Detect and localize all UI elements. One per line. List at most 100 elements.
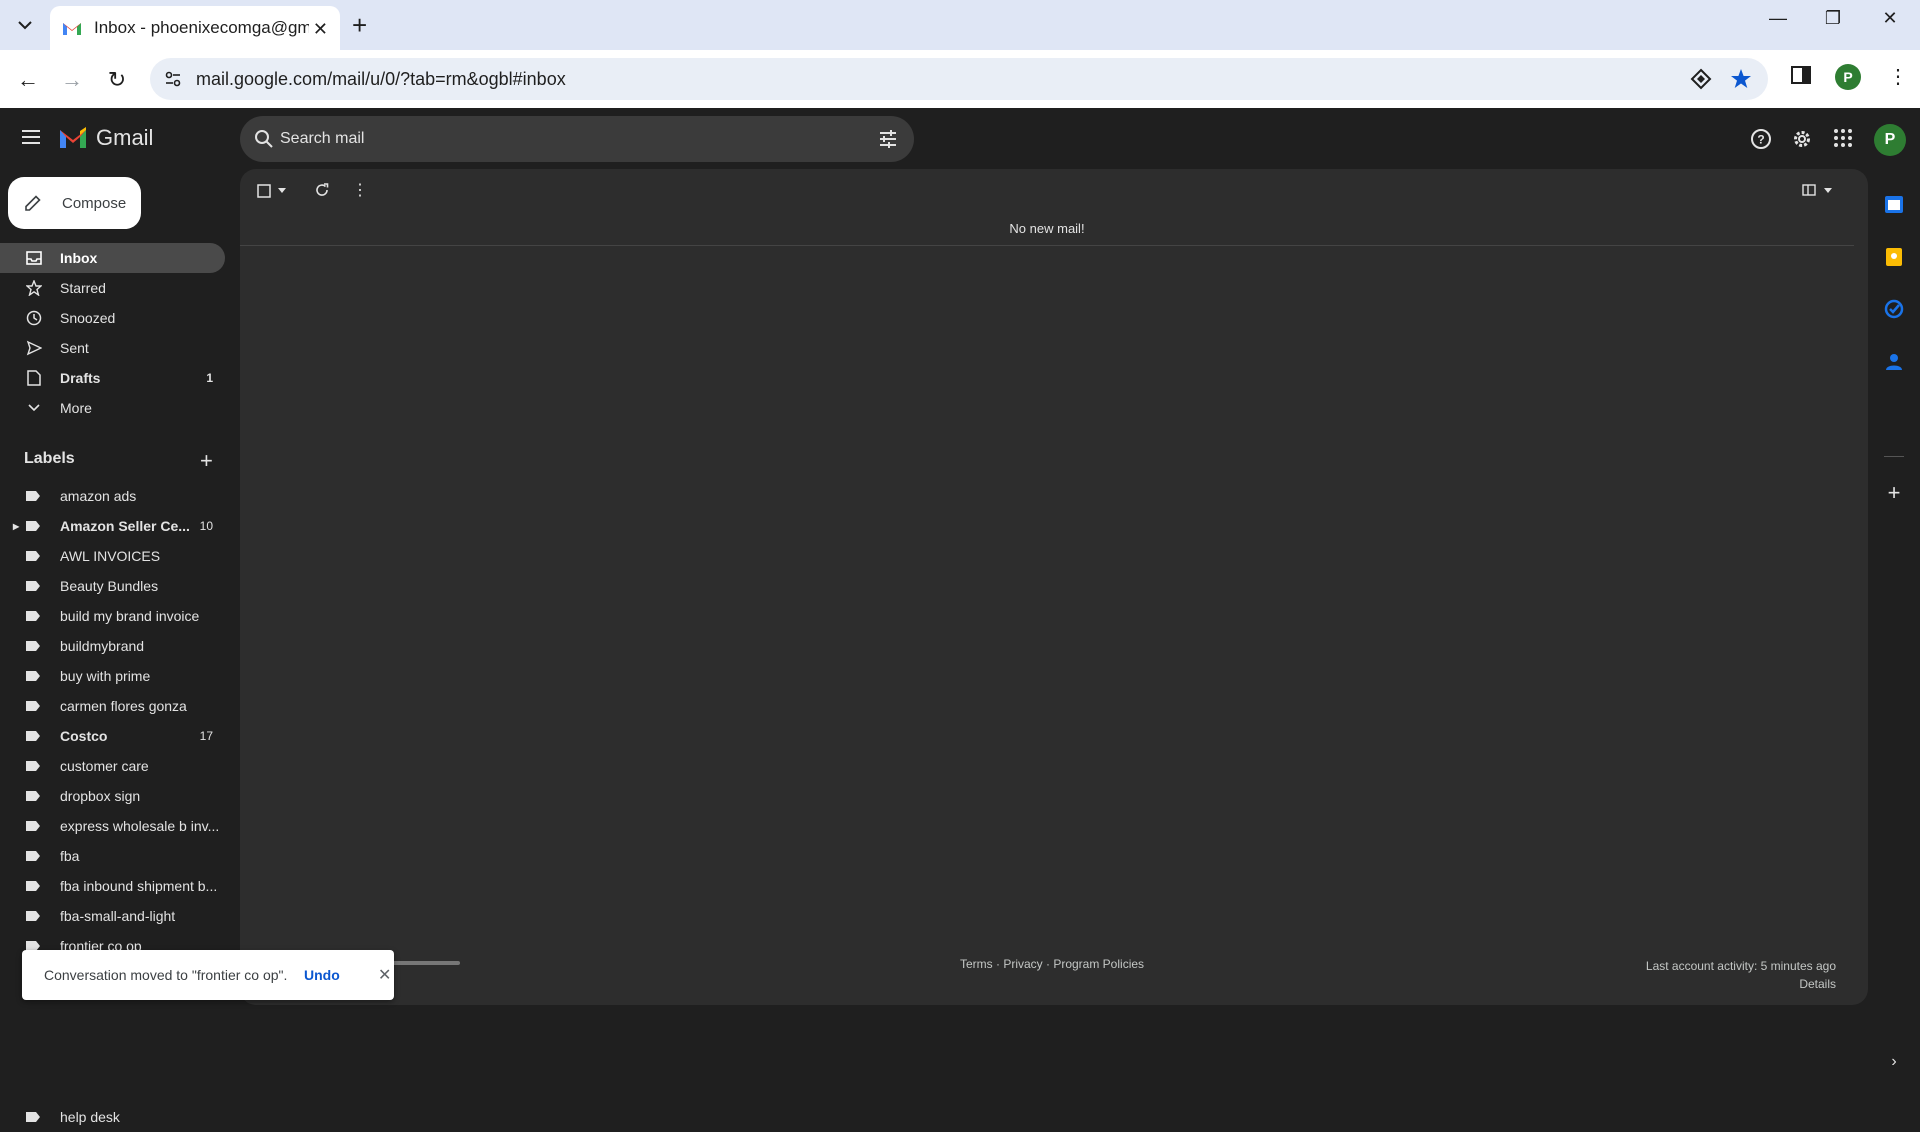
label-list: amazon ads ▶ Amazon Seller Ce... 10 AWL IN… bbox=[0, 481, 225, 961]
label-item[interactable]: ▶ Amazon Seller Ce... 10 bbox=[0, 511, 225, 541]
select-dropdown-icon[interactable] bbox=[278, 188, 286, 193]
select-checkbox-icon[interactable] bbox=[257, 184, 271, 198]
mailbox-nav: Inbox Starred Snoozed Sent Drafts 1 More bbox=[0, 243, 225, 423]
help-icon[interactable]: ? bbox=[1750, 128, 1772, 150]
calendar-icon[interactable] bbox=[1884, 194, 1904, 214]
snackbar-message: Conversation moved to "frontier co op". bbox=[44, 967, 288, 983]
minimize-button[interactable]: — bbox=[1758, 8, 1798, 29]
chevron-down-icon bbox=[26, 400, 42, 416]
label-item[interactable]: fba inbound shipment b... bbox=[0, 871, 225, 901]
settings-gear-icon[interactable] bbox=[1791, 128, 1813, 150]
expand-caret-icon[interactable]: ▶ bbox=[13, 522, 19, 531]
label-name: buildmybrand bbox=[60, 638, 145, 654]
nav-label: Inbox bbox=[60, 250, 98, 266]
search-icon[interactable] bbox=[254, 129, 274, 149]
label-item[interactable]: Beauty Bundles bbox=[0, 571, 225, 601]
footer-links[interactable]: Terms · Privacy · Program Policies bbox=[960, 957, 1144, 971]
back-button[interactable]: ← bbox=[14, 66, 42, 94]
gmail-m-icon bbox=[60, 127, 86, 148]
label-item[interactable]: AWL INVOICES bbox=[0, 541, 225, 571]
address-bar[interactable]: mail.google.com/mail/u/0/?tab=rm&ogbl#in… bbox=[150, 58, 1768, 100]
label-item[interactable]: carmen flores gonza bbox=[0, 691, 225, 721]
browser-profile-avatar[interactable]: P bbox=[1835, 64, 1861, 90]
empty-inbox-message: No new mail! bbox=[240, 213, 1854, 246]
nav-item-more[interactable]: More bbox=[0, 393, 225, 423]
label-item[interactable]: buildmybrand bbox=[0, 631, 225, 661]
label-item[interactable]: customer care bbox=[0, 751, 225, 781]
label-tag-icon bbox=[26, 641, 40, 651]
label-name: express wholesale b inv... bbox=[60, 818, 220, 834]
label-tag-icon bbox=[26, 881, 40, 891]
reload-button[interactable]: ↻ bbox=[103, 66, 131, 94]
label-count: 17 bbox=[199, 729, 213, 743]
restore-button[interactable]: ❐ bbox=[1813, 8, 1853, 29]
label-item[interactable]: buy with prime bbox=[0, 661, 225, 691]
search-bar[interactable]: Search mail bbox=[240, 116, 914, 162]
browser-menu-icon[interactable]: ⋮ bbox=[1888, 64, 1908, 89]
label-name: build my brand invoice bbox=[60, 608, 200, 624]
gmail-logo[interactable]: Gmail bbox=[58, 125, 153, 151]
bookmark-star-icon[interactable] bbox=[1730, 68, 1752, 90]
new-tab-button[interactable]: + bbox=[352, 10, 367, 41]
label-item[interactable]: build my brand invoice bbox=[0, 601, 225, 631]
account-activity: Last account activity: 5 minutes ago Det… bbox=[1646, 957, 1836, 993]
keep-icon[interactable] bbox=[1884, 247, 1904, 267]
label-tag-icon bbox=[26, 791, 40, 801]
compose-label: Compose bbox=[62, 194, 127, 212]
undo-button[interactable]: Undo bbox=[304, 967, 340, 983]
drafts-count: 1 bbox=[206, 371, 213, 385]
split-pane-icon[interactable] bbox=[1802, 184, 1816, 196]
refresh-icon[interactable] bbox=[314, 182, 330, 198]
side-panel-divider bbox=[1884, 456, 1904, 457]
split-pane-dropdown-icon[interactable] bbox=[1824, 188, 1832, 193]
label-item[interactable]: fba-small-and-light bbox=[0, 901, 225, 931]
nav-item-snoozed[interactable]: Snoozed bbox=[0, 303, 225, 333]
label-item[interactable]: amazon ads bbox=[0, 481, 225, 511]
nav-item-sent[interactable]: Sent bbox=[0, 333, 225, 363]
contacts-icon[interactable] bbox=[1884, 352, 1904, 372]
label-tag-icon bbox=[26, 761, 40, 771]
label-item[interactable]: fba bbox=[0, 841, 225, 871]
tab-search-button[interactable] bbox=[10, 12, 40, 38]
search-options-icon[interactable] bbox=[878, 129, 898, 149]
compose-button[interactable]: Compose bbox=[8, 177, 141, 229]
tab-close-icon[interactable]: ✕ bbox=[313, 19, 328, 40]
nav-item-starred[interactable]: Starred bbox=[0, 273, 225, 303]
nav-item-inbox[interactable]: Inbox bbox=[0, 243, 225, 273]
close-window-button[interactable]: ✕ bbox=[1870, 8, 1910, 29]
search-input[interactable]: Search mail bbox=[280, 130, 364, 148]
nav-item-drafts[interactable]: Drafts 1 bbox=[0, 363, 225, 393]
tasks-icon[interactable] bbox=[1884, 299, 1904, 319]
browser-tab-inbox[interactable]: Inbox - phoenixecomga@gmail.com ✕ bbox=[50, 6, 340, 50]
label-item[interactable]: Costco 17 bbox=[0, 721, 225, 751]
more-actions-icon[interactable]: ⋮ bbox=[352, 180, 368, 200]
add-app-icon[interactable]: + bbox=[1884, 482, 1904, 504]
label-item[interactable]: dropbox sign bbox=[0, 781, 225, 811]
main-menu-icon[interactable] bbox=[22, 130, 40, 144]
side-panel-icon[interactable] bbox=[1790, 64, 1812, 86]
star-icon bbox=[26, 280, 42, 296]
svg-text:?: ? bbox=[1757, 133, 1764, 147]
inbox-panel: ⋮ No new mail! Terms · Privacy · Program… bbox=[240, 169, 1868, 1005]
side-apps-panel: + › bbox=[1868, 169, 1920, 1070]
label-name: Costco bbox=[60, 728, 108, 744]
label-name: fba bbox=[60, 848, 80, 864]
url-text: mail.google.com/mail/u/0/?tab=rm&ogbl#in… bbox=[196, 69, 566, 89]
google-apps-icon[interactable] bbox=[1833, 128, 1853, 148]
label-tag-icon bbox=[26, 611, 40, 621]
expand-side-panel-icon[interactable]: › bbox=[1884, 1053, 1904, 1073]
label-item[interactable]: express wholesale b inv... bbox=[0, 811, 225, 841]
nav-label: Drafts bbox=[60, 370, 101, 386]
extension-icon[interactable] bbox=[1690, 68, 1712, 90]
label-tag-icon bbox=[26, 851, 40, 861]
nav-label: More bbox=[60, 400, 92, 416]
details-link[interactable]: Details bbox=[1646, 975, 1836, 993]
last-activity-text: Last account activity: 5 minutes ago bbox=[1645, 959, 1836, 973]
create-label-button[interactable]: + bbox=[200, 448, 213, 474]
site-settings-icon[interactable] bbox=[164, 70, 182, 88]
close-icon[interactable]: ✕ bbox=[378, 965, 391, 985]
forward-button[interactable]: → bbox=[58, 66, 86, 94]
label-item-help-desk[interactable]: help desk bbox=[0, 1102, 120, 1132]
nav-label: Snoozed bbox=[60, 310, 116, 326]
account-avatar[interactable]: P bbox=[1874, 124, 1906, 156]
